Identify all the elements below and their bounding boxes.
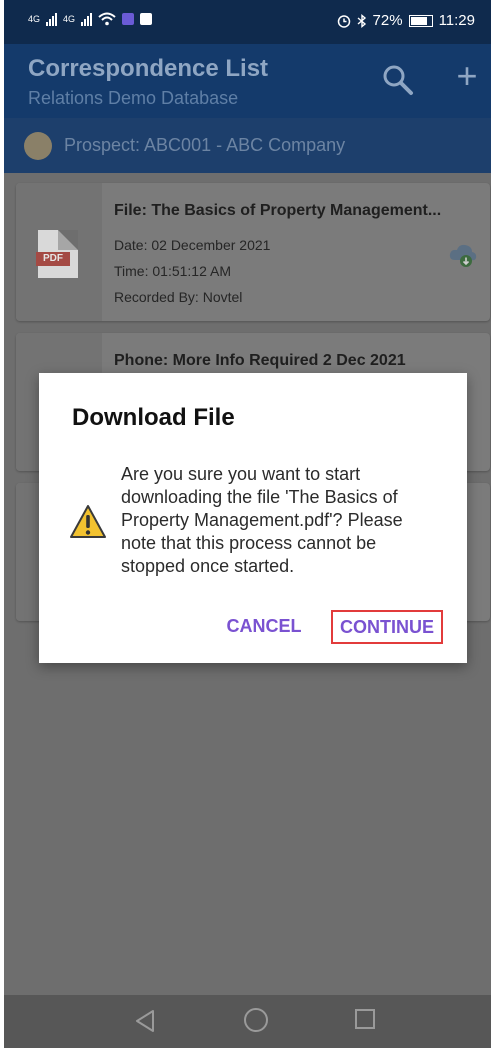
back-icon[interactable] — [133, 1008, 157, 1034]
home-icon[interactable] — [244, 1008, 268, 1032]
warning-icon — [70, 505, 106, 538]
download-file-dialog: Download File Are you sure you want to s… — [39, 373, 467, 663]
app-screen: 4G 4G 72% 11:29 Correspondence List Rela… — [4, 0, 491, 1048]
dialog-message: Are you sure you want to start downloadi… — [121, 464, 403, 576]
system-nav-bar — [4, 995, 491, 1048]
cancel-button[interactable]: CANCEL — [224, 610, 304, 642]
dialog-title: Download File — [72, 404, 235, 431]
recent-apps-icon[interactable] — [355, 1009, 375, 1029]
continue-button[interactable]: CONTINUE — [331, 610, 443, 644]
